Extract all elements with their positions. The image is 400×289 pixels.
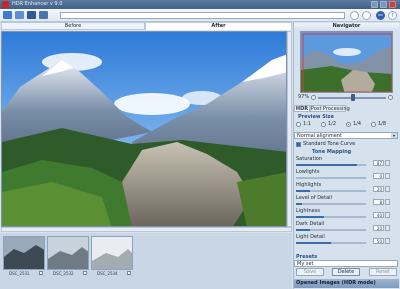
radio-label: 1:1 — [303, 121, 312, 127]
zoom-slider-knob[interactable] — [351, 94, 355, 101]
slider-stepper[interactable] — [385, 186, 390, 192]
thumb-checkbox[interactable] — [127, 271, 131, 275]
minimize-button[interactable] — [371, 1, 378, 8]
radio-label: 1/8 — [378, 121, 387, 127]
slider-label: Saturation — [296, 156, 323, 162]
radio-1-1[interactable] — [296, 122, 301, 127]
slider-fill — [296, 203, 302, 205]
thumb-label: DSC_2532 — [53, 271, 74, 276]
preview-size-title: Preview Size — [298, 114, 334, 120]
language-button[interactable]: EN — [376, 11, 385, 20]
slider-label: Lowlights — [296, 169, 320, 175]
film-thumb[interactable] — [91, 236, 133, 270]
slider-fill — [296, 164, 357, 166]
preset-select[interactable]: My set — [294, 260, 398, 267]
slider-track[interactable] — [296, 177, 366, 179]
slider-fill — [296, 242, 331, 244]
zoom-out-icon[interactable] — [311, 95, 316, 100]
navigator-title: Navigator — [294, 23, 399, 31]
zoom-value: 97% — [298, 94, 310, 100]
zoom-in-icon[interactable] — [388, 95, 393, 100]
help-button[interactable]: ? — [388, 11, 397, 20]
slider-stepper[interactable] — [385, 173, 390, 179]
save-preset-button[interactable]: Save — [296, 268, 324, 276]
navigator-thumbnail[interactable] — [300, 31, 393, 93]
radio-label: 1/2 — [328, 121, 337, 127]
slider-value-field[interactable]: 0 — [373, 173, 384, 179]
slider-value-field[interactable]: 8 — [373, 199, 384, 205]
slider-value-field[interactable]: 50 — [373, 238, 384, 244]
chevron-down-icon: ▾ — [391, 133, 397, 138]
main-preview-image[interactable] — [1, 31, 287, 227]
preset-value: My set — [297, 261, 314, 267]
save-icon[interactable] — [27, 11, 36, 19]
tab-after[interactable]: After — [145, 22, 292, 30]
info-icon[interactable] — [362, 11, 371, 20]
slider-value-field[interactable]: 20 — [373, 225, 384, 231]
slider-value-field[interactable]: 40 — [373, 212, 384, 218]
vertical-scrollbar[interactable] — [287, 31, 292, 227]
slider-label: Light Detail — [296, 234, 325, 240]
tab-before[interactable]: Before — [1, 22, 145, 30]
alignment-value: Normal alignment — [297, 133, 342, 139]
address-bar[interactable] — [60, 12, 345, 19]
delete-preset-button[interactable]: Delete — [332, 268, 360, 276]
batch-icon[interactable] — [39, 11, 48, 19]
thumb-label: DSC_2534 — [97, 271, 118, 276]
slider-fill — [296, 216, 324, 218]
maximize-button[interactable] — [380, 1, 387, 8]
slider-stepper[interactable] — [385, 212, 390, 218]
tone-mapping-title: Tone Mapping — [312, 149, 352, 155]
film-thumb[interactable] — [47, 236, 89, 270]
alignment-select[interactable]: Normal alignment ▾ — [294, 132, 398, 139]
radio-1-4[interactable] — [346, 122, 351, 127]
open-file-icon[interactable] — [15, 11, 24, 19]
slider-stepper[interactable] — [385, 160, 390, 166]
standard-tone-curve-checkbox[interactable] — [296, 142, 301, 147]
thumb-checkbox[interactable] — [39, 271, 43, 275]
slider-stepper[interactable] — [385, 225, 390, 231]
slider-label: Lightness — [296, 208, 320, 214]
slider-fill — [296, 229, 310, 231]
slider-fill — [296, 190, 310, 192]
slider-track[interactable] — [296, 203, 366, 205]
title-bar: HDR Enhancer v 9.0 — [0, 0, 400, 9]
radio-1-2[interactable] — [321, 122, 326, 127]
slider-label: Highlights — [296, 182, 322, 188]
tab-hdr[interactable]: HDR — [294, 105, 310, 112]
thumb-checkbox[interactable] — [83, 271, 87, 275]
slider-value-field[interactable]: 20 — [373, 186, 384, 192]
slider-label: Dark Detail — [296, 221, 325, 227]
reset-preset-button[interactable]: Reset — [369, 268, 397, 276]
slider-stepper[interactable] — [385, 199, 390, 205]
app-title: HDR Enhancer v 9.0 — [12, 1, 63, 7]
open-folder-icon[interactable] — [3, 11, 12, 19]
slider-label: Level of Detail — [296, 195, 332, 201]
slider-value-field[interactable]: 87 — [373, 160, 384, 166]
radio-label: 1/4 — [353, 121, 362, 127]
slider-stepper[interactable] — [385, 238, 390, 244]
refresh-icon[interactable] — [350, 11, 359, 20]
radio-1-8[interactable] — [371, 122, 376, 127]
close-button[interactable] — [389, 1, 396, 8]
app-icon — [2, 1, 9, 8]
film-thumb[interactable] — [3, 236, 45, 270]
horizontal-scrollbar[interactable] — [1, 227, 292, 232]
standard-tone-curve-label: Standard Tone Curve — [303, 141, 356, 147]
thumb-label: DSC_2531 — [9, 271, 30, 276]
opened-images-bar[interactable]: Opened Images (HDR mode) — [294, 279, 399, 288]
tab-post-processing[interactable]: Post Processing — [310, 105, 350, 112]
